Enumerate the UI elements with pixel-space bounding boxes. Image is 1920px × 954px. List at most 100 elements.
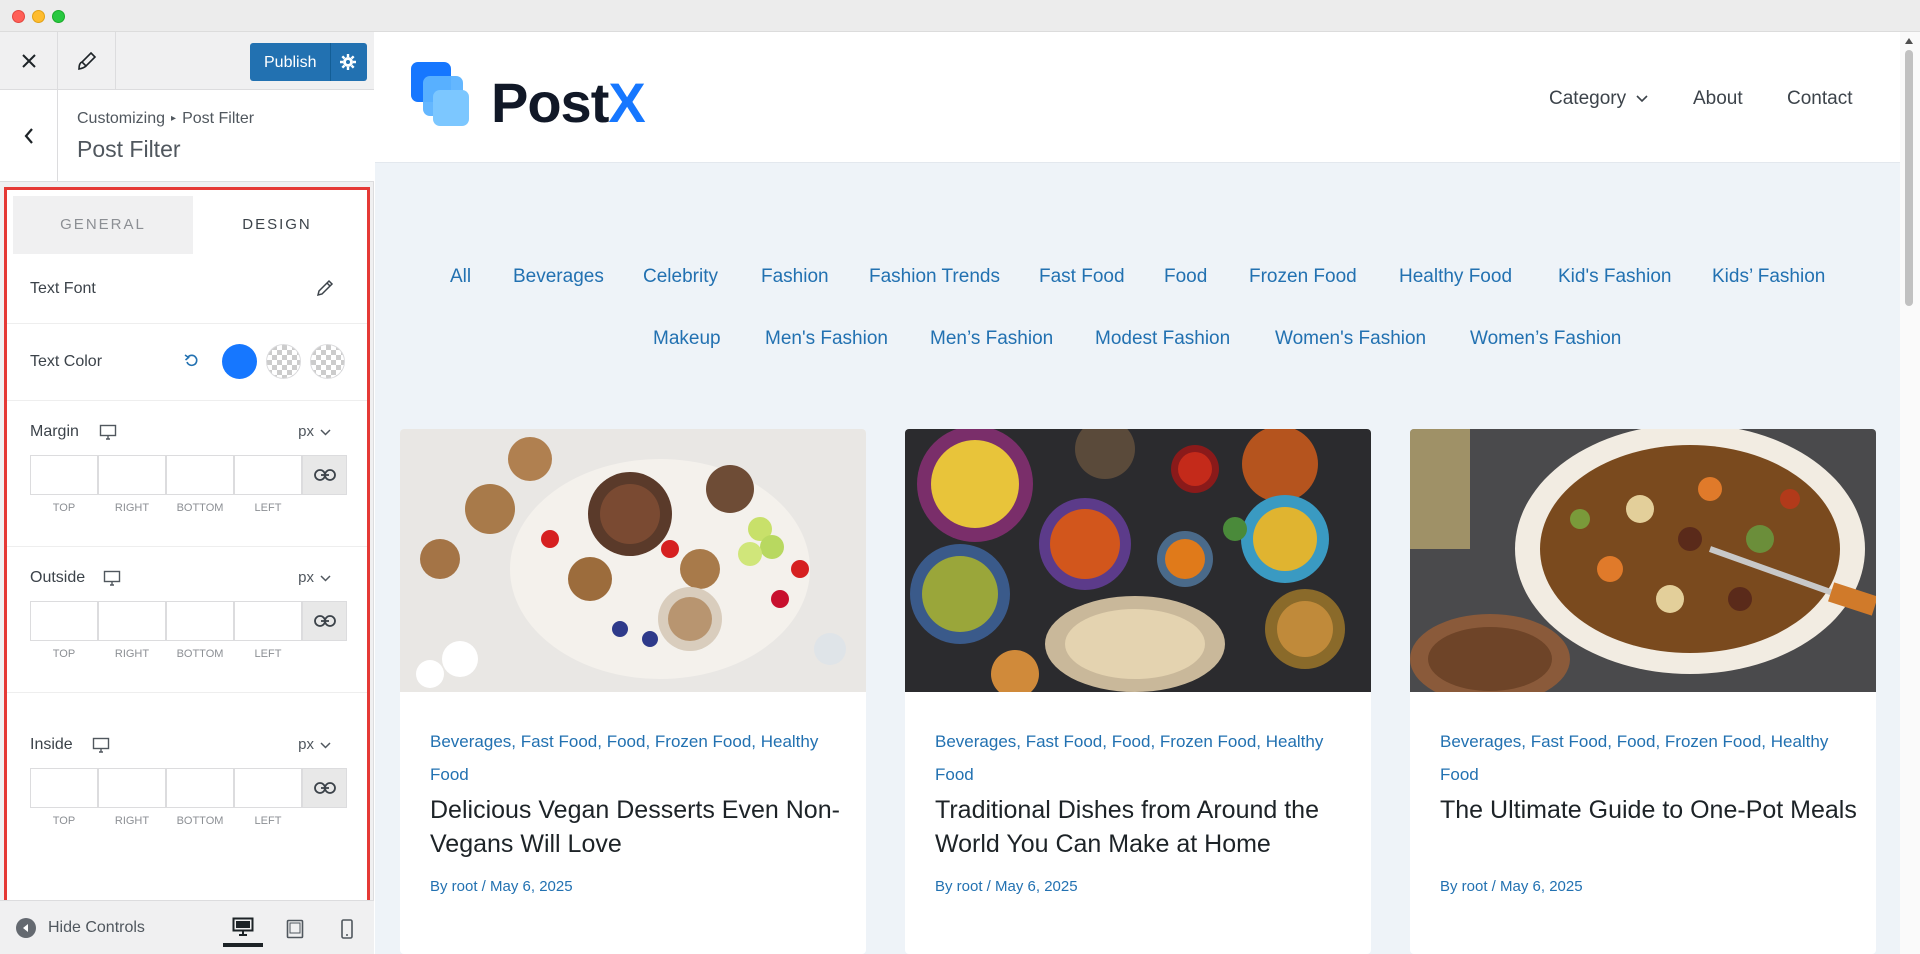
inside-label: Inside	[30, 736, 73, 753]
margin-bottom-input[interactable]	[166, 455, 234, 495]
inside-link-button[interactable]	[302, 768, 347, 808]
margin-link-button[interactable]	[302, 455, 347, 495]
outside-top-input[interactable]	[30, 601, 98, 641]
inside-bottom-input[interactable]	[166, 768, 234, 808]
caption-right: RIGHT	[114, 648, 150, 660]
caption-top: TOP	[52, 815, 76, 827]
filter-item[interactable]: Women's Fashion	[1275, 328, 1426, 350]
close-customizer-button[interactable]	[0, 32, 58, 90]
filter-item[interactable]: Kid's Fashion	[1558, 266, 1671, 288]
post-image-desserts[interactable]	[400, 429, 866, 692]
post-meta[interactable]: By root / May 6, 2025	[1440, 878, 1583, 895]
post-image-one-pot-meals[interactable]	[1410, 429, 1876, 692]
desktop-responsive-icon[interactable]	[98, 422, 118, 442]
tab-general[interactable]: GENERAL	[13, 196, 193, 254]
logo-mark-layer	[433, 90, 469, 126]
filter-item[interactable]: Fashion Trends	[869, 266, 1000, 288]
post-title[interactable]: The Ultimate Guide to One-Pot Meals	[1440, 793, 1860, 827]
margin-right-input[interactable]	[98, 455, 166, 495]
window-titlebar	[0, 0, 1920, 32]
post-title[interactable]: Delicious Vegan Desserts Even Non-Vegans…	[430, 793, 850, 861]
filter-item[interactable]: All	[450, 266, 471, 288]
filter-item[interactable]: Frozen Food	[1249, 266, 1357, 288]
brush-icon	[77, 51, 96, 70]
filter-item[interactable]: Women’s Fashion	[1470, 328, 1621, 350]
publish-settings-button[interactable]	[337, 52, 359, 72]
post-categories[interactable]: Beverages, Fast Food, Food, Frozen Food,…	[1440, 725, 1850, 791]
device-desktop-button[interactable]	[223, 911, 263, 947]
chevron-down-icon	[320, 423, 331, 440]
hide-controls-label: Hide Controls	[48, 919, 145, 936]
customize-brush-button[interactable]	[58, 32, 116, 90]
inside-captions: TOP RIGHT BOTTOM LEFT	[30, 815, 302, 829]
filter-item[interactable]: Celebrity	[643, 266, 718, 288]
device-mobile-button[interactable]	[327, 911, 367, 947]
outside-left-input[interactable]	[234, 601, 302, 641]
filter-item[interactable]: Modest Fashion	[1095, 328, 1230, 350]
scrollbar-thumb[interactable]	[1905, 50, 1913, 306]
post-card[interactable]: Beverages, Fast Food, Food, Frozen Food,…	[1410, 429, 1876, 954]
preview-scrollbar[interactable]	[1900, 32, 1920, 954]
scroll-up-icon[interactable]	[1905, 38, 1913, 44]
filter-item[interactable]: Beverages	[513, 266, 604, 288]
filter-item[interactable]: Kids’ Fashion	[1712, 266, 1825, 288]
text-font-label: Text Font	[30, 280, 96, 297]
browser-window: Publish Customizing ▸ Post Filter Post Fil…	[0, 0, 1920, 954]
close-window-button[interactable]	[12, 10, 25, 23]
post-categories[interactable]: Beverages, Fast Food, Food, Frozen Food,…	[430, 725, 840, 791]
caption-bottom: BOTTOM	[176, 815, 224, 827]
inside-unit-select[interactable]: px	[298, 736, 331, 753]
margin-unit-value: px	[298, 423, 314, 440]
filter-item[interactable]: Fast Food	[1039, 266, 1125, 288]
hide-controls-button[interactable]: Hide Controls	[16, 918, 145, 938]
text-color-label: Text Color	[30, 353, 103, 370]
publish-button[interactable]: Publish	[250, 43, 367, 81]
filter-item[interactable]: Healthy Food	[1399, 266, 1512, 288]
post-card[interactable]: Beverages, Fast Food, Food, Frozen Food,…	[905, 429, 1371, 954]
maximize-window-button[interactable]	[52, 10, 65, 23]
post-image-traditional-dishes[interactable]	[905, 429, 1371, 692]
margin-left-input[interactable]	[234, 455, 302, 495]
device-tablet-button[interactable]	[275, 911, 315, 947]
filter-item[interactable]: Food	[1164, 266, 1207, 288]
color-swatch-active[interactable]	[310, 344, 345, 379]
color-swatch-primary[interactable]	[222, 344, 257, 379]
outside-unit-value: px	[298, 569, 314, 586]
color-swatch-hover[interactable]	[266, 344, 301, 379]
nav-category[interactable]: Category	[1549, 88, 1648, 110]
desktop-responsive-icon[interactable]	[102, 568, 122, 588]
outside-bottom-input[interactable]	[166, 601, 234, 641]
margin-top-input[interactable]	[30, 455, 98, 495]
link-icon	[313, 615, 336, 627]
section-header: Customizing ▸ Post Filter Post Filter	[0, 90, 374, 182]
desktop-responsive-icon[interactable]	[91, 735, 111, 755]
filter-item[interactable]: Men's Fashion	[765, 328, 888, 350]
link-icon	[313, 782, 336, 794]
minimize-window-button[interactable]	[32, 10, 45, 23]
post-card[interactable]: Beverages, Fast Food, Food, Frozen Food,…	[400, 429, 866, 954]
post-meta[interactable]: By root / May 6, 2025	[935, 878, 1078, 895]
chevron-down-icon	[320, 569, 331, 586]
filter-item[interactable]: Makeup	[653, 328, 721, 350]
filter-item[interactable]: Fashion	[761, 266, 829, 288]
post-categories[interactable]: Beverages, Fast Food, Food, Frozen Food,…	[935, 725, 1345, 791]
tab-design[interactable]: DESIGN	[193, 196, 361, 254]
outside-right-input[interactable]	[98, 601, 166, 641]
outside-unit-select[interactable]: px	[298, 569, 331, 586]
site-logo[interactable]: PostX	[411, 62, 651, 137]
edit-font-button[interactable]	[314, 277, 336, 299]
inside-right-input[interactable]	[98, 768, 166, 808]
back-button[interactable]	[0, 90, 58, 182]
nav-about[interactable]: About	[1693, 88, 1743, 110]
collapse-arrow-icon	[16, 918, 36, 938]
inside-top-input[interactable]	[30, 768, 98, 808]
reset-color-button[interactable]	[183, 352, 201, 370]
margin-unit-select[interactable]: px	[298, 423, 331, 440]
post-title[interactable]: Traditional Dishes from Around the World…	[935, 793, 1355, 861]
breadcrumb-current: Post Filter	[182, 110, 255, 127]
post-meta[interactable]: By root / May 6, 2025	[430, 878, 573, 895]
nav-contact[interactable]: Contact	[1787, 88, 1852, 110]
filter-item[interactable]: Men’s Fashion	[930, 328, 1053, 350]
outside-link-button[interactable]	[302, 601, 347, 641]
inside-left-input[interactable]	[234, 768, 302, 808]
